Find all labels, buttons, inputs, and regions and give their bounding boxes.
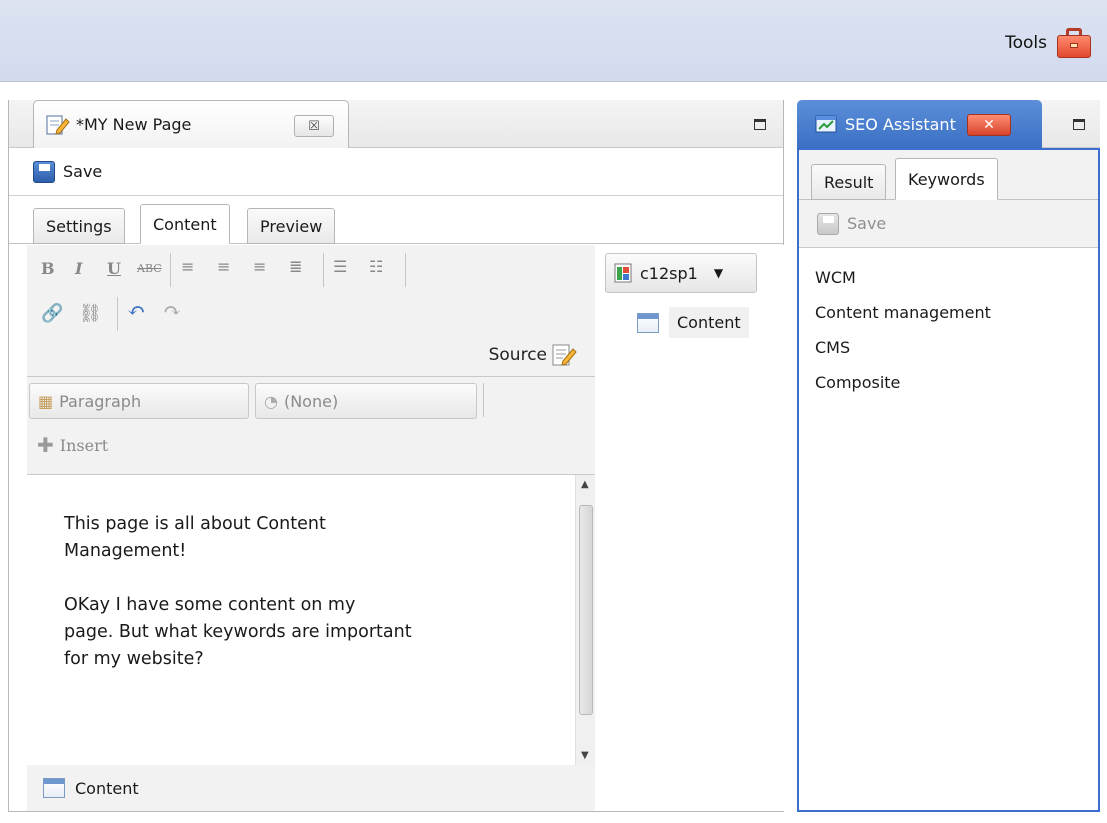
seo-tab-title: SEO Assistant bbox=[845, 114, 956, 134]
editor-scrollbar[interactable]: ▲ ▼ bbox=[575, 475, 595, 765]
document-tab[interactable]: *MY New Page ☒ bbox=[33, 100, 349, 148]
link-icon[interactable]: 🔗 bbox=[41, 303, 63, 324]
seo-subtabs: Result Keywords bbox=[799, 150, 1098, 200]
align-center-icon[interactable]: ≡ bbox=[217, 257, 230, 276]
template-selector-value: c12sp1 bbox=[640, 263, 698, 283]
placeholder-tree-item[interactable]: Content bbox=[637, 307, 749, 338]
maximize-icon[interactable] bbox=[1073, 119, 1085, 130]
source-label: Source bbox=[488, 345, 547, 365]
close-icon[interactable]: ✕ bbox=[967, 114, 1011, 136]
content-placeholder-icon bbox=[43, 778, 65, 798]
tab-result[interactable]: Result bbox=[811, 164, 887, 200]
top-bar: Tools bbox=[0, 0, 1107, 82]
underline-icon[interactable]: U bbox=[107, 259, 121, 278]
undo-icon[interactable]: ↶ bbox=[127, 299, 145, 324]
editor-tabstrip: *MY New Page ☒ bbox=[9, 100, 783, 148]
content-placeholder-icon bbox=[637, 312, 659, 333]
format-toolbar: B I U ABC ≡ ≡ ≡ ≣ ☰ ☷ 🔗 ⛓ ↶ ↷ Source bbox=[27, 245, 595, 377]
italic-icon[interactable]: I bbox=[75, 259, 82, 278]
class-style-select[interactable]: ◔ (None) bbox=[255, 383, 477, 419]
page-editor-panel: *MY New Page ☒ Save Settings Content Pre… bbox=[8, 100, 785, 812]
palette-icon: ◔ bbox=[264, 391, 278, 411]
editor-subtabs: Settings Content Preview bbox=[9, 196, 783, 244]
source-button[interactable]: Source bbox=[489, 343, 577, 367]
toolbox-icon[interactable] bbox=[1057, 28, 1091, 58]
chevron-down-icon: ▼ bbox=[713, 266, 724, 280]
editor-toolbar: Save bbox=[9, 148, 783, 196]
insert-icon: ✚ bbox=[37, 433, 54, 457]
numbered-list-icon[interactable]: ☷ bbox=[369, 257, 383, 276]
seo-body: Result Keywords Save WCM Content managem… bbox=[797, 148, 1100, 812]
unlink-icon[interactable]: ⛓ bbox=[79, 303, 102, 324]
footer-content-label: Content bbox=[75, 778, 139, 798]
redo-icon[interactable]: ↷ bbox=[163, 299, 181, 324]
close-tab-button[interactable]: ☒ bbox=[294, 115, 334, 137]
keyword-list: WCM Content management CMS Composite bbox=[815, 260, 991, 400]
insert-label: Insert bbox=[59, 435, 109, 455]
maximize-icon[interactable] bbox=[754, 119, 766, 130]
template-panel: c12sp1 ▼ Content bbox=[597, 245, 785, 811]
content-editor: B I U ABC ≡ ≡ ≡ ≣ ☰ ☷ 🔗 ⛓ ↶ ↷ Source ▦ P… bbox=[27, 245, 595, 811]
tools-label: Tools bbox=[1005, 33, 1047, 53]
save-icon bbox=[817, 212, 839, 235]
scroll-down-icon[interactable]: ▼ bbox=[581, 750, 589, 761]
strikethrough-icon[interactable]: ABC bbox=[137, 262, 162, 275]
save-icon bbox=[33, 160, 55, 183]
seo-save-button[interactable]: Save bbox=[847, 214, 886, 233]
tree-item-label: Content bbox=[669, 307, 749, 338]
list-item[interactable]: WCM bbox=[815, 260, 991, 295]
seo-tabstrip: SEO Assistant ✕ bbox=[797, 100, 1100, 148]
save-button[interactable]: Save bbox=[63, 162, 102, 181]
source-edit-icon bbox=[552, 344, 577, 366]
list-item[interactable]: Content management bbox=[815, 295, 991, 330]
list-item[interactable]: CMS bbox=[815, 330, 991, 365]
tools-menu[interactable]: Tools bbox=[1005, 28, 1091, 58]
class-style-value: (None) bbox=[283, 391, 339, 411]
list-item[interactable]: Composite bbox=[815, 365, 991, 400]
seo-assistant-panel: SEO Assistant ✕ Result Keywords Save WCM… bbox=[797, 100, 1100, 812]
align-left-icon[interactable]: ≡ bbox=[181, 257, 194, 276]
paragraph-icon: ▦ bbox=[38, 391, 54, 411]
paragraph-style-select[interactable]: ▦ Paragraph bbox=[29, 383, 249, 419]
template-icon bbox=[614, 263, 632, 283]
justify-icon[interactable]: ≣ bbox=[289, 257, 302, 276]
content-text-area[interactable]: This page is all about Content Managemen… bbox=[27, 475, 575, 765]
bullet-list-icon[interactable]: ☰ bbox=[333, 257, 347, 276]
edit-page-icon bbox=[46, 114, 70, 135]
bold-icon[interactable]: B bbox=[41, 259, 55, 278]
paragraph-style-value: Paragraph bbox=[59, 391, 142, 411]
tab-preview[interactable]: Preview bbox=[247, 208, 336, 244]
editor-footer: Content bbox=[27, 765, 595, 811]
tab-content[interactable]: Content bbox=[140, 204, 230, 244]
align-right-icon[interactable]: ≡ bbox=[253, 257, 266, 276]
style-toolbar: ▦ Paragraph ◔ (None) ✚ Insert bbox=[27, 377, 595, 475]
tab-keywords[interactable]: Keywords bbox=[895, 158, 998, 200]
seo-assistant-tab[interactable]: SEO Assistant ✕ bbox=[797, 100, 1042, 148]
tab-settings[interactable]: Settings bbox=[33, 208, 125, 244]
document-tab-title: *MY New Page bbox=[76, 115, 192, 134]
template-selector[interactable]: c12sp1 ▼ bbox=[605, 253, 757, 293]
scroll-thumb[interactable] bbox=[579, 505, 593, 715]
scroll-up-icon[interactable]: ▲ bbox=[581, 479, 589, 490]
seo-toolbar: Save bbox=[799, 200, 1098, 248]
seo-icon bbox=[815, 115, 837, 133]
insert-button[interactable]: ✚ Insert bbox=[37, 433, 108, 457]
